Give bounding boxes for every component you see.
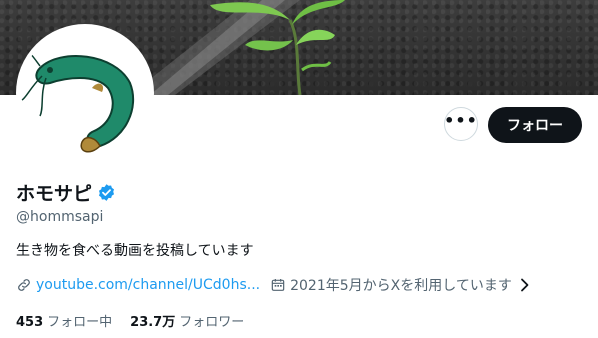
follow-button-label: フォロー (507, 118, 563, 134)
display-name-row: ホモサピ (16, 179, 116, 206)
following-label: フォロー中 (47, 315, 113, 330)
followers-label: フォロワー (179, 315, 245, 330)
following-stat[interactable]: 453 フォロー中 (16, 311, 112, 330)
profile-bio: 生き物を食べる動画を投稿しています (16, 243, 254, 259)
calendar-icon (271, 279, 285, 291)
followers-count: 23.7万 (130, 315, 176, 330)
more-icon: ••• (444, 111, 478, 130)
link-icon (18, 279, 30, 291)
profile-avatar[interactable] (16, 24, 154, 162)
verified-badge-icon[interactable] (97, 183, 116, 202)
user-handle: @hommsapi (16, 209, 104, 225)
catfish-avatar-image (20, 28, 150, 158)
follow-button[interactable]: フォロー (488, 107, 582, 143)
joined-date-label: 2021年5月からXを利用しています (290, 278, 512, 294)
follow-stats: 453 フォロー中 23.7万 フォロワー (16, 311, 262, 330)
followers-stat[interactable]: 23.7万 フォロワー (130, 311, 244, 330)
profile-link[interactable]: youtube.com/channel/UCd0hs... (36, 277, 260, 293)
profile-meta: youtube.com/channel/UCd0hs... 2021年5月からX… (16, 275, 530, 295)
joined-date: 2021年5月からXを利用しています (270, 275, 530, 295)
chevron-right-icon[interactable] (520, 278, 530, 292)
display-name: ホモサピ (16, 183, 93, 205)
more-options-button[interactable]: ••• (444, 107, 478, 141)
following-count: 453 (16, 315, 44, 330)
